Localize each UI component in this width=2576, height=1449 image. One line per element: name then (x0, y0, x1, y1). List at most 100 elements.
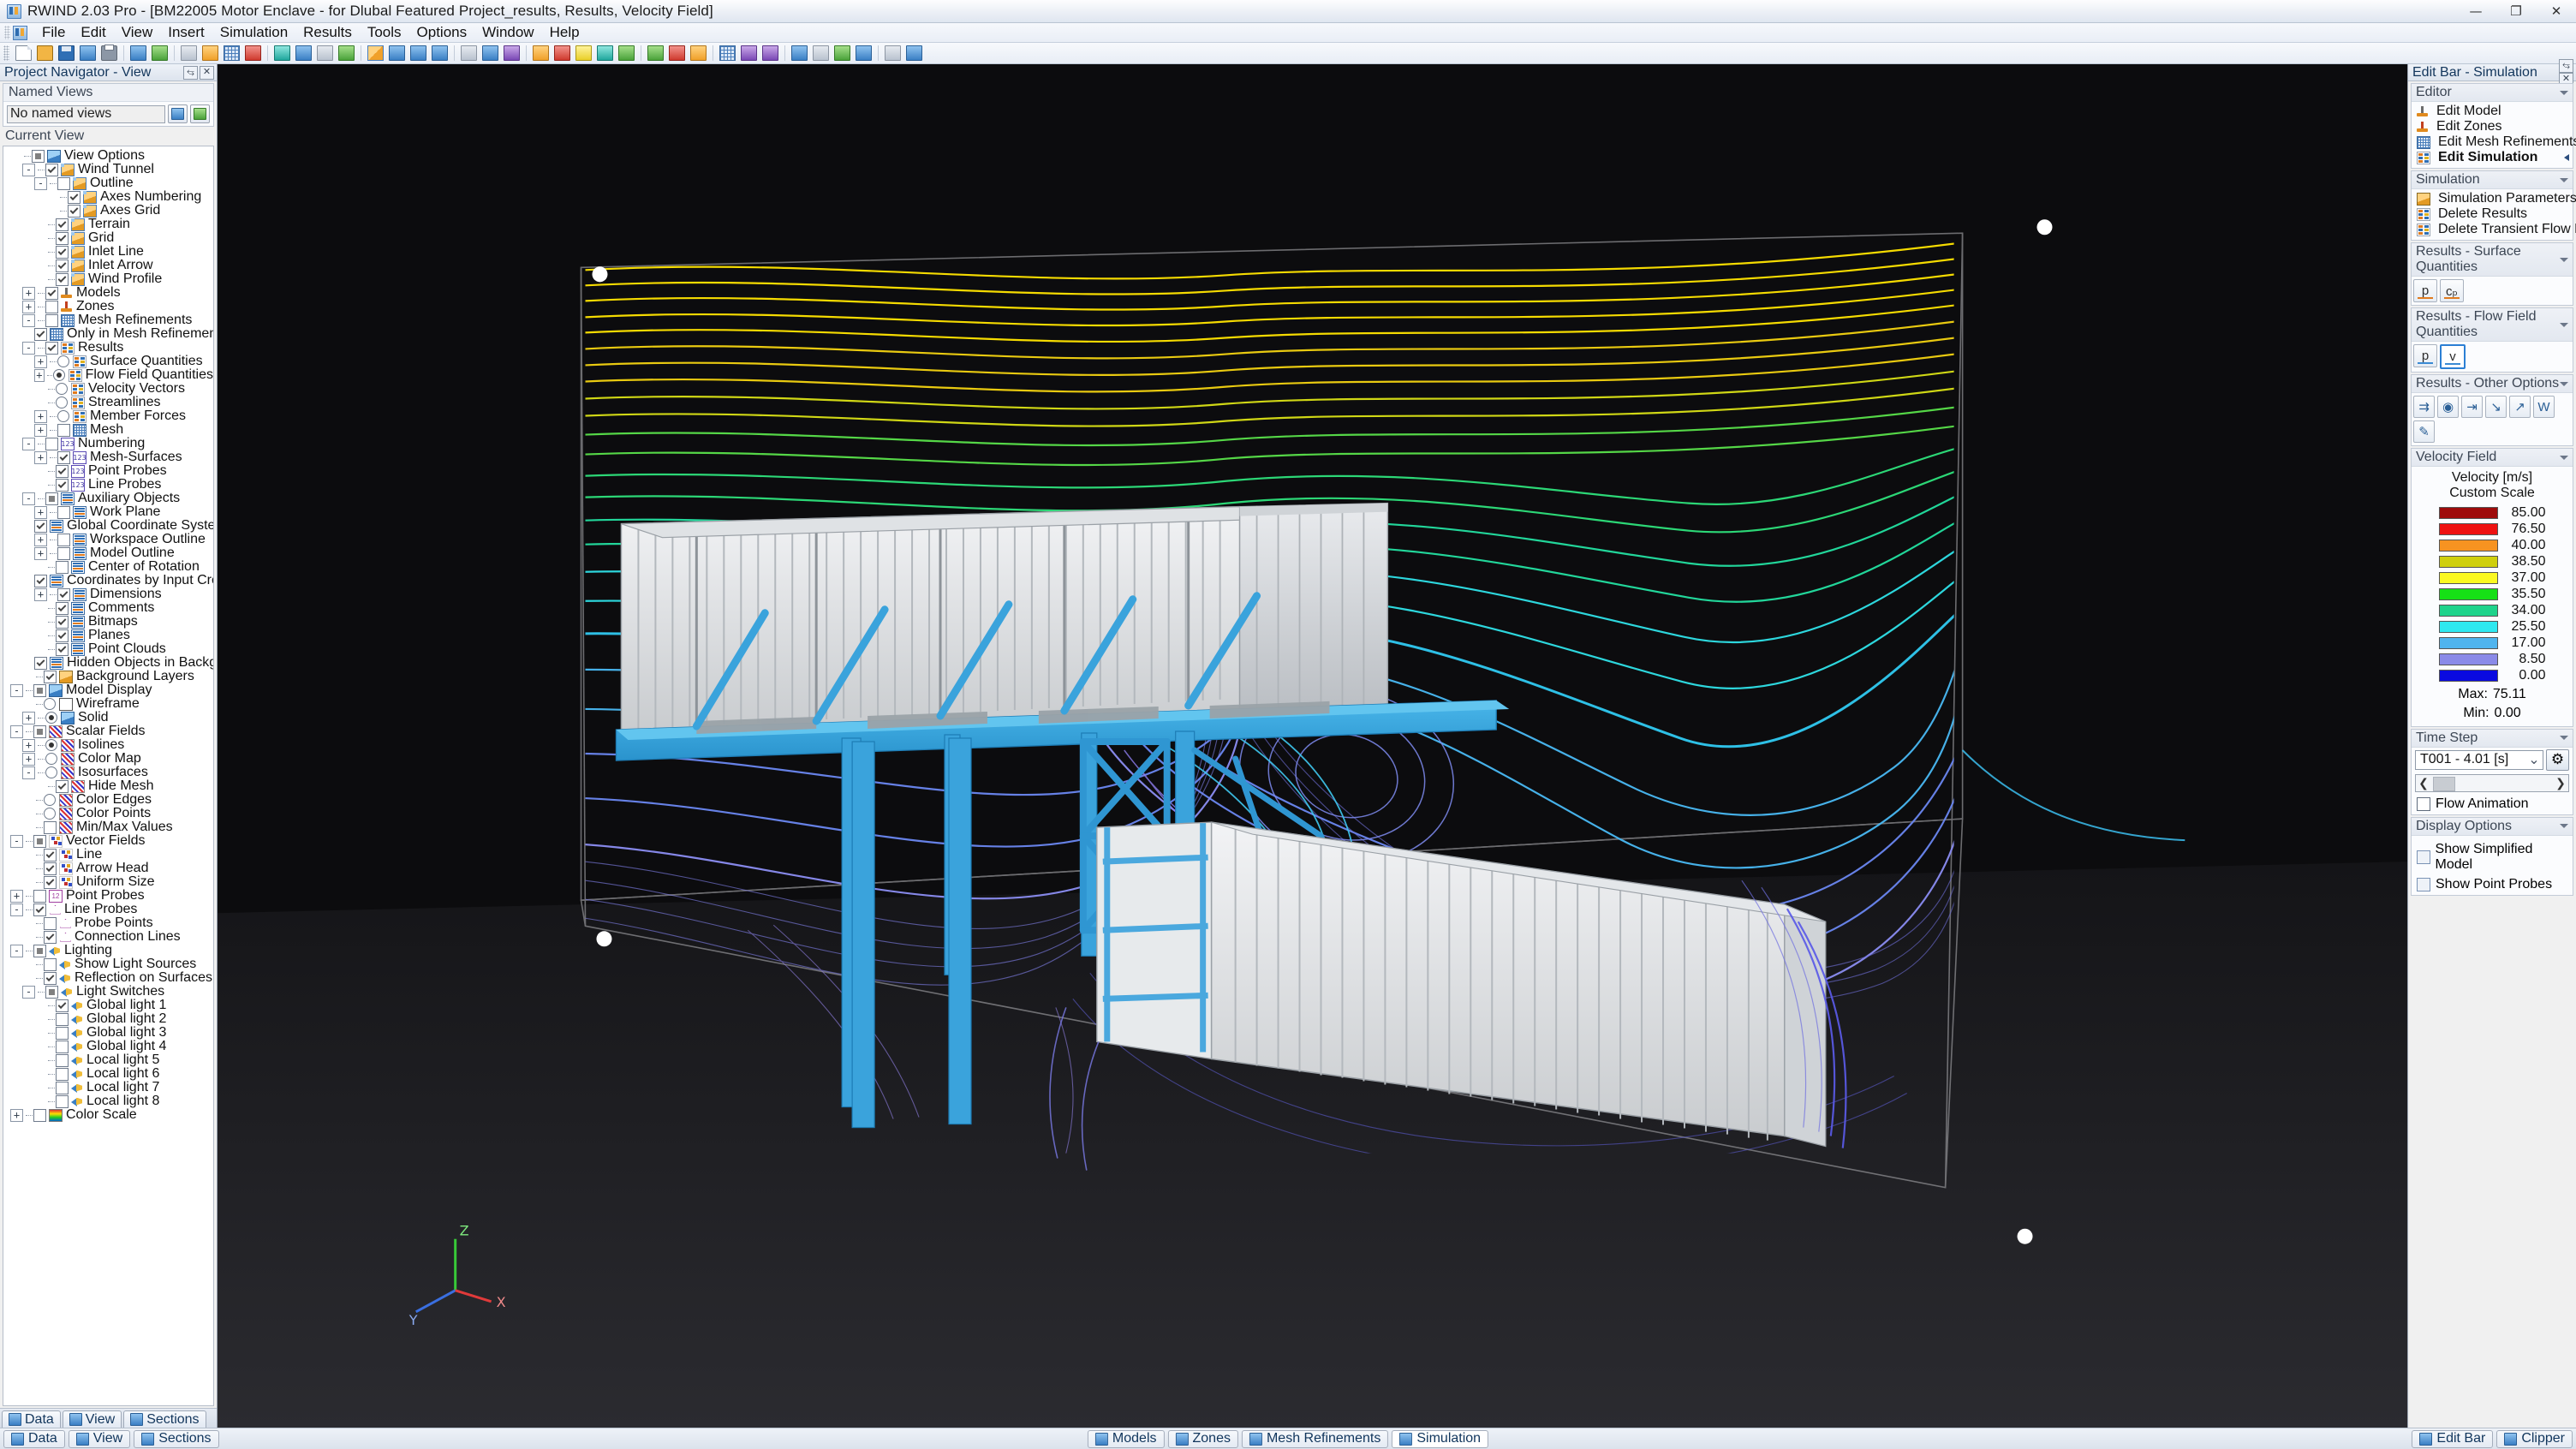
toolbar-edit-simulation-icon[interactable] (243, 44, 263, 63)
editbar-item[interactable]: Delete Results (2415, 206, 2569, 222)
tree-checkbox[interactable] (44, 916, 57, 930)
tree-checkbox[interactable] (68, 190, 80, 204)
tree-item[interactable]: Global light 3 (7, 1025, 213, 1040)
editbar-item[interactable]: Edit Zones (2415, 119, 2569, 134)
editbar-item[interactable]: Delete Transient Flow Results... (2415, 222, 2576, 237)
minimize-button[interactable]: — (2455, 0, 2496, 22)
tree-item[interactable]: Streamlines (7, 395, 213, 409)
tree-checkbox[interactable] (45, 985, 58, 999)
toolbar-save-as-icon[interactable] (78, 44, 98, 63)
iso-surface-button[interactable]: ◉ (2437, 396, 2459, 418)
toolbar-run-simulation-icon[interactable] (646, 44, 665, 63)
expand-icon[interactable]: + (34, 423, 47, 437)
tree-item[interactable]: + Dimensions (7, 587, 213, 601)
status-tab-models[interactable]: Models (1087, 1429, 1165, 1448)
collapse-icon[interactable]: - (22, 313, 35, 327)
tree-item[interactable]: 123 Point Probes (7, 463, 213, 478)
tree-item[interactable]: Global light 1 (7, 998, 213, 1012)
tree-item[interactable]: + Member Forces (7, 408, 213, 423)
tree-item[interactable]: Uniform Size (7, 874, 213, 889)
collapse-icon[interactable]: - (22, 341, 35, 355)
tree-checkbox[interactable] (56, 1067, 69, 1081)
time-step-select[interactable]: T001 - 4.01 [s] ⌄ (2415, 749, 2543, 770)
graph-button[interactable]: ↘ (2485, 396, 2507, 418)
named-view-add-button[interactable] (190, 104, 210, 123)
toolbar-wireframe-icon[interactable] (459, 44, 479, 63)
tree-item[interactable]: Wireframe (7, 696, 213, 711)
status-tab-clipper[interactable]: Clipper (2496, 1429, 2573, 1448)
collapse-icon[interactable]: - (10, 903, 23, 916)
status-tab-sections[interactable]: Sections (134, 1429, 219, 1448)
tree-checkbox[interactable] (34, 327, 47, 341)
tree-item[interactable]: + Surface Quantities (7, 354, 213, 368)
tree-item[interactable]: - Vector Fields (7, 833, 213, 848)
tree-item[interactable]: Center of Rotation (7, 559, 213, 574)
expand-icon[interactable]: + (22, 738, 35, 752)
toolbar-save-icon[interactable] (57, 44, 76, 63)
tree-item[interactable]: + Zones (7, 299, 213, 313)
time-step-thumb[interactable] (2433, 776, 2455, 791)
tree-item[interactable]: + Workspace Outline (7, 532, 213, 546)
toolbar-solid-icon[interactable] (480, 44, 500, 63)
expand-icon[interactable]: + (22, 286, 35, 300)
tree-item[interactable]: View Options (7, 148, 213, 163)
toolbar-colormap-icon[interactable] (574, 44, 593, 63)
color-settings-button[interactable]: ✎ (2413, 420, 2435, 443)
status-tab-zones[interactable]: Zones (1167, 1429, 1238, 1448)
tree-radio[interactable] (45, 712, 57, 724)
toolbar-zoom-all-icon[interactable] (272, 44, 292, 63)
tree-checkbox[interactable] (33, 889, 46, 903)
nav-status-tab-data[interactable]: Data (2, 1410, 61, 1428)
menu-item-help[interactable]: Help (542, 22, 587, 43)
tree-checkbox[interactable] (57, 505, 70, 519)
tree-checkbox[interactable] (56, 779, 69, 793)
tree-item[interactable]: + Solid (7, 710, 213, 724)
surface-quantities-header[interactable]: Results - Surface Quantities (2412, 243, 2573, 277)
toolbar-edit-zones-icon[interactable] (200, 44, 220, 63)
expand-icon[interactable]: + (34, 546, 47, 560)
chevron-down-icon[interactable] (2560, 90, 2568, 95)
tree-item[interactable]: - Isosurfaces (7, 765, 213, 779)
editor-section-header[interactable]: Editor (2412, 84, 2573, 102)
tree-item[interactable]: Point Clouds (7, 641, 213, 656)
status-tab-editbar[interactable]: Edit Bar (2412, 1429, 2494, 1448)
tree-item[interactable]: Axes Grid (7, 203, 213, 218)
tree-item[interactable]: Only in Mesh Refinement Edito (7, 326, 213, 341)
tree-checkbox[interactable] (44, 670, 57, 683)
tree-item[interactable]: Color Points (7, 806, 213, 820)
velocity-field-header[interactable]: Velocity Field (2412, 449, 2573, 467)
tree-item[interactable]: + Color Scale (7, 1107, 213, 1122)
tree-checkbox[interactable] (57, 423, 70, 437)
toolbar-rotate-icon[interactable] (337, 44, 356, 63)
time-step-track[interactable] (2431, 775, 2553, 791)
display-option-checkbox[interactable] (2417, 877, 2430, 891)
display-option-row[interactable]: Show Point Probes (2415, 877, 2569, 892)
toolbar-pan-icon[interactable] (315, 44, 335, 63)
tree-item[interactable]: - Light Switches (7, 984, 213, 999)
tree-radio[interactable] (44, 698, 56, 710)
pressure-surface-button[interactable]: p (2413, 279, 2437, 302)
tree-checkbox[interactable] (56, 999, 69, 1012)
tree-checkbox[interactable] (45, 300, 58, 313)
menu-item-results[interactable]: Results (295, 22, 360, 43)
tree-checkbox[interactable] (44, 862, 57, 875)
editbar-item[interactable]: Edit Mesh Refinements (2415, 134, 2576, 150)
tree-checkbox[interactable] (33, 903, 46, 916)
tree-checkbox[interactable] (45, 286, 58, 300)
toolbar-view-side-icon[interactable] (430, 44, 450, 63)
tree-item[interactable]: - Auxiliary Objects (7, 491, 213, 505)
expand-icon[interactable]: + (10, 889, 23, 903)
toolbar-redo-icon[interactable] (150, 44, 170, 63)
tree-item[interactable]: Local light 7 (7, 1080, 213, 1094)
nav-status-tab-sections[interactable]: Sections (123, 1410, 206, 1428)
tree-item[interactable]: Wind Profile (7, 271, 213, 286)
chevron-down-icon[interactable] (2560, 257, 2568, 262)
toolbar-settings-icon[interactable] (883, 44, 903, 63)
tree-item[interactable]: + Models (7, 285, 213, 300)
chevron-down-icon[interactable] (2560, 455, 2568, 460)
tree-checkbox[interactable] (56, 464, 69, 478)
chevron-down-icon[interactable] (2560, 381, 2568, 386)
tree-item[interactable]: -123 Numbering (7, 436, 213, 450)
chevron-down-icon[interactable] (2560, 824, 2568, 829)
tree-checkbox[interactable] (44, 875, 57, 889)
